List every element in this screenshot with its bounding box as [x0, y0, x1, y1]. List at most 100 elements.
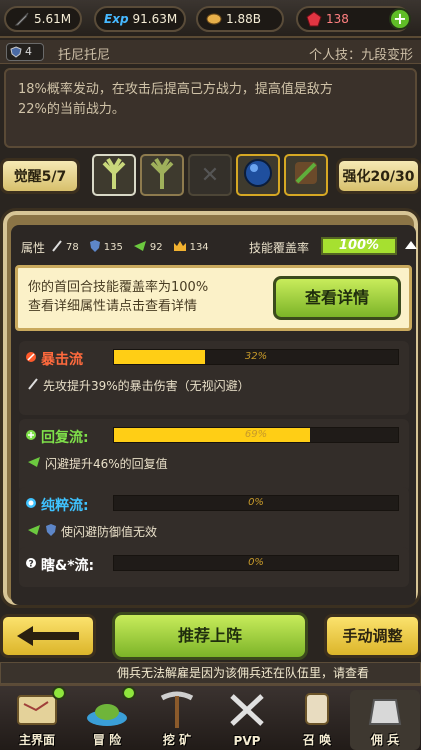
collapse-arrow-icon[interactable] — [405, 241, 417, 249]
notice-text: 佣兵无法解雇是因为该佣兵还在队伍里，请查看 — [117, 666, 370, 680]
nav-pvp[interactable]: PVP — [212, 690, 282, 750]
wing-icon — [27, 524, 41, 539]
enhance-label: 强化20/30 — [342, 169, 415, 185]
flow-desc-text: 使闪避防御值无效 — [61, 525, 158, 539]
flow-title-text: 回复流: — [41, 430, 89, 446]
awaken-label: 觉醒5/7 — [13, 169, 67, 185]
view-details-button[interactable]: 查看详情 — [273, 276, 401, 320]
flow-progress-bar: 0% — [113, 495, 399, 511]
bottom-nav: 主界面 冒 险 挖 矿 PVP 召 唤 佣 兵 — [0, 684, 421, 750]
flow-progress-bar: 32% — [113, 349, 399, 365]
defense-value: 135 — [103, 241, 123, 253]
hero-name-bar: 4 托尼托尼 个人技：九段变形 — [0, 40, 421, 64]
sword-icon — [51, 239, 63, 256]
flow-title: ? 瞎&*流: — [25, 555, 94, 575]
recommend-label: 推荐上阵 — [177, 626, 242, 645]
scroll-icon — [289, 156, 323, 194]
flow-title: 纯粹流: — [25, 495, 89, 515]
flow-title-text: 暴击流 — [41, 352, 83, 368]
meat-icon — [206, 11, 222, 27]
gem-value: 138 — [326, 12, 349, 26]
defense-stat: 135 — [89, 239, 123, 256]
nav-mercenary[interactable]: 佣 兵 — [350, 690, 420, 750]
view-details-label: 查看详情 — [304, 288, 369, 307]
level-badge: 4 — [6, 43, 44, 61]
coverage-info-box: 你的首回合技能覆盖率为100% 查看详细属性请点击查看详情 查看详情 — [15, 265, 412, 331]
flow-percent: 0% — [248, 497, 264, 508]
flow-description: 闪避提升46%的回复值 — [27, 455, 168, 472]
tree-icon — [96, 155, 132, 195]
wing-icon — [133, 240, 147, 255]
crit-icon — [25, 351, 37, 367]
attack-stat: 78 — [51, 239, 79, 256]
flow-unknown: ? 瞎&*流: 0% — [19, 547, 409, 587]
skill-slot-4[interactable] — [284, 154, 328, 196]
recommend-lineup-button[interactable]: 推荐上阵 — [112, 612, 308, 660]
nav-mining[interactable]: 挖 矿 — [142, 690, 212, 750]
top-resource-bar: 5.61M Exp 91.63M 1.88B 138 + — [0, 0, 421, 38]
close-icon: ✕ — [200, 162, 220, 188]
exp-icon: Exp — [104, 12, 129, 26]
awaken-button[interactable]: 觉醒5/7 — [0, 158, 80, 194]
crown-stat: 134 — [173, 240, 209, 255]
nav-summon[interactable]: 召 唤 — [282, 690, 352, 750]
add-gems-button[interactable]: + — [389, 8, 411, 30]
manual-adjust-button[interactable]: 手动调整 — [324, 614, 421, 658]
flow-title-text: 瞎&*流: — [41, 558, 95, 574]
ruby-icon — [306, 11, 322, 27]
back-arrow-icon — [3, 626, 93, 659]
skill-slots-row: 觉醒5/7 ✕ 强化20/30 — [0, 152, 421, 198]
enhance-button[interactable]: 强化20/30 — [336, 158, 421, 194]
gold-counter: 5.61M — [4, 6, 82, 32]
nav-label: 佣 兵 — [370, 733, 400, 747]
attribute-row: 属性 78 135 92 134 技能覆盖率 100% — [21, 235, 417, 259]
notice-ticker: 佣兵无法解雇是因为该佣兵还在队伍里，请查看 — [0, 662, 421, 684]
info-text: 你的首回合技能覆盖率为100% 查看详细属性请点击查看详情 — [28, 278, 258, 316]
nav-label: 召 唤 — [302, 733, 332, 747]
flow-title: 暴击流 — [25, 349, 83, 369]
exp-counter: Exp 91.63M — [94, 6, 186, 32]
ring-icon — [25, 497, 37, 513]
notification-dot — [52, 686, 66, 700]
dodge-value: 92 — [149, 241, 163, 253]
wing-icon — [27, 456, 41, 471]
crown-value: 134 — [189, 241, 209, 253]
info-line-2: 查看详细属性请点击查看详情 — [28, 299, 198, 314]
shield-icon — [45, 523, 57, 540]
food-counter: 1.88B — [196, 6, 284, 32]
personal-skill-label: 个人技：九段变形 — [308, 48, 413, 63]
flow-percent: 32% — [244, 351, 268, 362]
attack-value: 78 — [66, 241, 79, 253]
attribute-label: 属性 — [21, 240, 46, 255]
food-value: 1.88B — [226, 12, 261, 26]
skill-slot-1[interactable] — [92, 154, 136, 196]
sword-icon — [27, 377, 39, 394]
skill-flow-inner: 属性 78 135 92 134 技能覆盖率 100% 你的首回合技能覆盖率为1… — [11, 225, 417, 605]
flow-progress-bar: 0% — [113, 555, 399, 571]
coverage-label: 技能覆盖率 — [249, 241, 310, 255]
back-button[interactable] — [0, 614, 96, 658]
flow-percent: 69% — [244, 429, 268, 440]
info-line-1: 你的首回合技能覆盖率为100% — [28, 280, 209, 295]
description-line-1: 18%概率发动，在攻击后提高己方战力，提高值是敌方 — [18, 82, 333, 97]
plus-circle-icon — [25, 429, 37, 445]
flow-recovery: 回复流: 69% 闪避提升46%的回复值 — [19, 419, 409, 493]
flow-title: 回复流: — [25, 427, 89, 447]
question-icon: ? — [25, 557, 37, 573]
coverage-value: 100% — [338, 238, 380, 253]
svg-text:?: ? — [29, 560, 34, 570]
crossed-swords-icon — [222, 694, 272, 734]
nav-label: 主界面 — [18, 733, 55, 747]
description-line-2: 22%的当前战力。 — [18, 102, 125, 117]
flow-title-text: 纯粹流: — [41, 498, 89, 514]
skill-slot-3[interactable] — [236, 154, 280, 196]
flow-description: 使闪避防御值无效 — [27, 523, 157, 540]
skill-slot-2[interactable] — [140, 154, 184, 196]
flow-percent: 0% — [248, 557, 264, 568]
skill-flow-panel: 属性 78 135 92 134 技能覆盖率 100% 你的首回合技能覆盖率为1… — [0, 208, 421, 608]
hero-level: 4 — [25, 45, 32, 58]
skill-slot-empty[interactable]: ✕ — [188, 154, 232, 196]
tree-icon — [144, 155, 180, 195]
skill-description: 18%概率发动，在攻击后提高己方战力，提高值是敌方 22%的当前战力。 — [4, 68, 417, 148]
dodge-stat: 92 — [133, 240, 163, 255]
